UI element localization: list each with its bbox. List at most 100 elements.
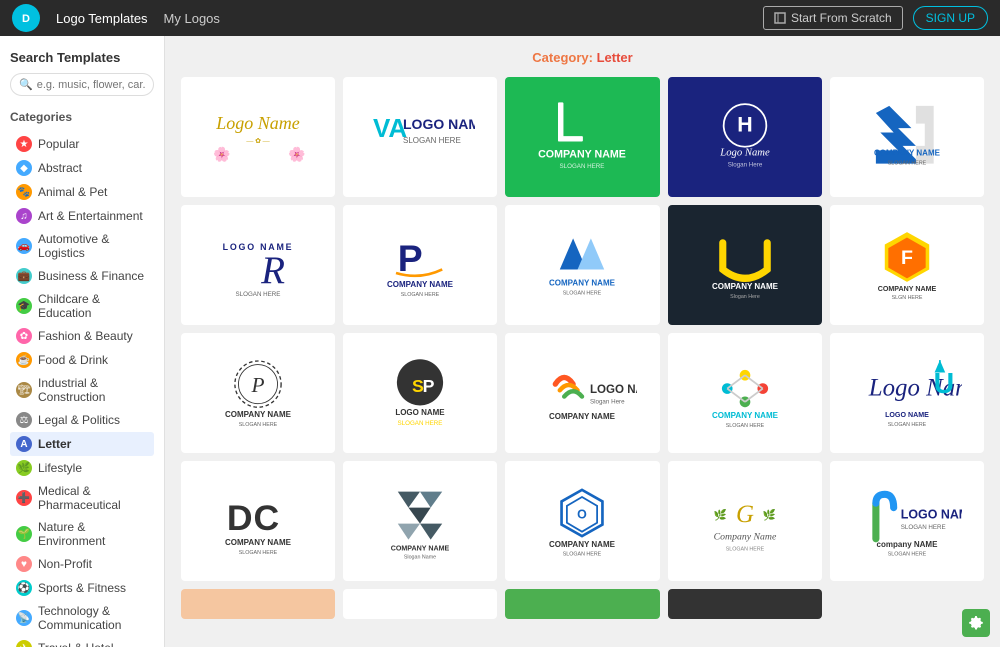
cat-icon-technology-communication: 📡 [16,610,32,626]
svg-text:Slogan Here: Slogan Here [590,399,625,406]
logo-card-3[interactable]: COMPANY NAME SLOGAN HERE [505,77,659,197]
cat-label-childcare-education: Childcare & Education [38,292,148,320]
logo-card-16[interactable]: D C COMPANY NAME SLOGAN HERE [181,461,335,581]
category-automotive-logistics[interactable]: 🚗 Automotive & Logistics [10,228,154,264]
svg-text:U: U [934,368,955,400]
cat-icon-art-entertainment: ♫ [16,208,32,224]
logo-svg-7: P COMPANY NAME SLOGAN HERE [349,215,491,315]
svg-text:SLOGAN HERE: SLOGAN HERE [563,552,602,558]
category-letter[interactable]: A Letter [10,432,154,456]
category-medical-pharmaceutical[interactable]: ➕ Medical & Pharmaceutical [10,480,154,516]
category-travel-hotel[interactable]: ✈ Travel & Hotel [10,636,154,647]
logo-card-12[interactable]: S P LOGO NAME SLOGAN HERE [343,333,497,453]
logo-card-13[interactable]: LOGO NAME Slogan Here COMPANY NAME [505,333,659,453]
logo-card-11[interactable]: P COMPANY NAME SLOGAN HERE [181,333,335,453]
cat-label-business-finance: Business & Finance [38,269,144,283]
cat-icon-travel-hotel: ✈ [16,640,32,647]
main-layout: Search Templates 🔍 Categories ★ Popular … [0,36,1000,647]
logo-card-bottom-3[interactable] [505,589,659,619]
logo-card-5[interactable]: COMPANY NAME SLOGAN HERE [830,77,984,197]
cat-label-letter: Letter [38,437,71,451]
cat-label-fashion-beauty: Fashion & Beauty [38,329,133,343]
logo-card-bottom-4[interactable] [668,589,822,619]
logo-svg-18: O COMPANY NAME SLOGAN HERE [511,471,653,571]
svg-text:SLOGAN HERE: SLOGAN HERE [888,422,927,428]
logo-card-19[interactable]: 🌿 🌿 G Company Name SLOGAN HERE [668,461,822,581]
svg-text:COMPANY NAME: COMPANY NAME [878,285,937,293]
category-legal-politics[interactable]: ⚖ Legal & Politics [10,408,154,432]
category-animal-pet[interactable]: 🐾 Animal & Pet [10,180,154,204]
category-lifestyle[interactable]: 🌿 Lifestyle [10,456,154,480]
app-logo[interactable]: D [12,4,40,32]
search-input[interactable] [37,79,145,91]
svg-text:COMPANY NAME: COMPANY NAME [550,278,617,287]
logo-card-18[interactable]: O COMPANY NAME SLOGAN HERE [505,461,659,581]
cat-icon-food-drink: ☕ [16,352,32,368]
logo-svg-8: COMPANY NAME SLOGAN HERE [511,215,653,315]
topnav-right: Start From Scratch SIGN UP [763,6,988,30]
svg-text:COMPANY NAME: COMPANY NAME [391,544,450,552]
logo-svg-10: F COMPANY NAME SLGN HERE [836,215,978,315]
svg-text:LOGO NAME: LOGO NAME [590,384,637,396]
logo-card-8[interactable]: COMPANY NAME SLOGAN HERE [505,205,659,325]
category-business-finance[interactable]: 💼 Business & Finance [10,264,154,288]
logo-grid-row4: D C COMPANY NAME SLOGAN HERE [181,461,984,581]
logo-svg-6: LOGO NAME R SLOGAN HERE [187,215,329,315]
category-childcare-education[interactable]: 🎓 Childcare & Education [10,288,154,324]
logo-card-2[interactable]: VA LOGO NAME SLOGAN HERE [343,77,497,197]
settings-button[interactable] [962,609,990,637]
logo-card-15[interactable]: Logo Name U LOGO NAME SLOGAN HERE [830,333,984,453]
logo-card-6[interactable]: LOGO NAME R SLOGAN HERE [181,205,335,325]
logo-card-bottom-1[interactable] [181,589,335,619]
svg-text:🌸: 🌸 [288,146,305,163]
logo-card-17[interactable]: COMPANY NAME Slogan Name [343,461,497,581]
cat-label-popular: Popular [38,137,79,151]
category-technology-communication[interactable]: 📡 Technology & Communication [10,600,154,636]
categories-title: Categories [10,110,154,124]
category-sports-fitness[interactable]: ⚽ Sports & Fitness [10,576,154,600]
logo-svg-13: LOGO NAME Slogan Here COMPANY NAME [511,343,653,443]
category-fashion-beauty[interactable]: ✿ Fashion & Beauty [10,324,154,348]
svg-text:COMPANY NAME: COMPANY NAME [712,411,779,420]
svg-text:C: C [254,498,280,538]
cat-label-animal-pet: Animal & Pet [38,185,107,199]
cat-label-sports-fitness: Sports & Fitness [38,581,126,595]
logo-card-10[interactable]: F COMPANY NAME SLGN HERE [830,205,984,325]
category-abstract[interactable]: ◆ Abstract [10,156,154,180]
logo-grid-row1: Logo Name — ✿ — 🌸 🌸 VA LOGO NAME SLOGAN … [181,77,984,197]
logo-card-bottom-2[interactable] [343,589,497,619]
svg-text:SLOGAN HERE: SLOGAN HERE [888,552,927,558]
svg-text:Slogan Name: Slogan Name [404,554,436,560]
start-from-scratch-button[interactable]: Start From Scratch [763,6,903,30]
logo-card-7[interactable]: P COMPANY NAME SLOGAN HERE [343,205,497,325]
cat-icon-animal-pet: 🐾 [16,184,32,200]
cat-label-automotive-logistics: Automotive & Logistics [38,232,148,260]
svg-text:SLOGAN HERE: SLOGAN HERE [888,161,927,167]
category-non-profit[interactable]: ♥ Non-Profit [10,552,154,576]
logo-card-20[interactable]: LOGO NAME SLOGAN HERE company NAME SLOGA… [830,461,984,581]
svg-text:SLOGAN HERE: SLOGAN HERE [725,423,764,429]
category-art-entertainment[interactable]: ♫ Art & Entertainment [10,204,154,228]
svg-text:G: G [736,501,754,528]
category-food-drink[interactable]: ☕ Food & Drink [10,348,154,372]
logo-card-bottom-5[interactable] [830,589,984,619]
search-box[interactable]: 🔍 [10,73,154,96]
signup-button[interactable]: SIGN UP [913,6,988,30]
category-popular[interactable]: ★ Popular [10,132,154,156]
category-nature-environment[interactable]: 🌱 Nature & Environment [10,516,154,552]
svg-text:COMPANY NAME: COMPANY NAME [550,540,617,549]
logo-card-14[interactable]: COMPANY NAME SLOGAN HERE [668,333,822,453]
logo-card-9[interactable]: COMPANY NAME Slogan Here [668,205,822,325]
logo-card-4[interactable]: H Logo Name Slogan Here [668,77,822,197]
cat-icon-lifestyle: 🌿 [16,460,32,476]
cat-label-technology-communication: Technology & Communication [38,604,148,632]
cat-label-art-entertainment: Art & Entertainment [38,209,143,223]
svg-text:COMPANY NAME: COMPANY NAME [539,148,627,160]
cat-icon-nature-environment: 🌱 [16,526,32,542]
nav-my-logos[interactable]: My Logos [164,11,220,26]
nav-logo-templates[interactable]: Logo Templates [56,11,148,26]
cat-label-legal-politics: Legal & Politics [38,413,120,427]
logo-card-1[interactable]: Logo Name — ✿ — 🌸 🌸 [181,77,335,197]
category-industrial-construction[interactable]: 🏗 Industrial & Construction [10,372,154,408]
logo-svg-3: COMPANY NAME SLOGAN HERE [511,87,653,187]
